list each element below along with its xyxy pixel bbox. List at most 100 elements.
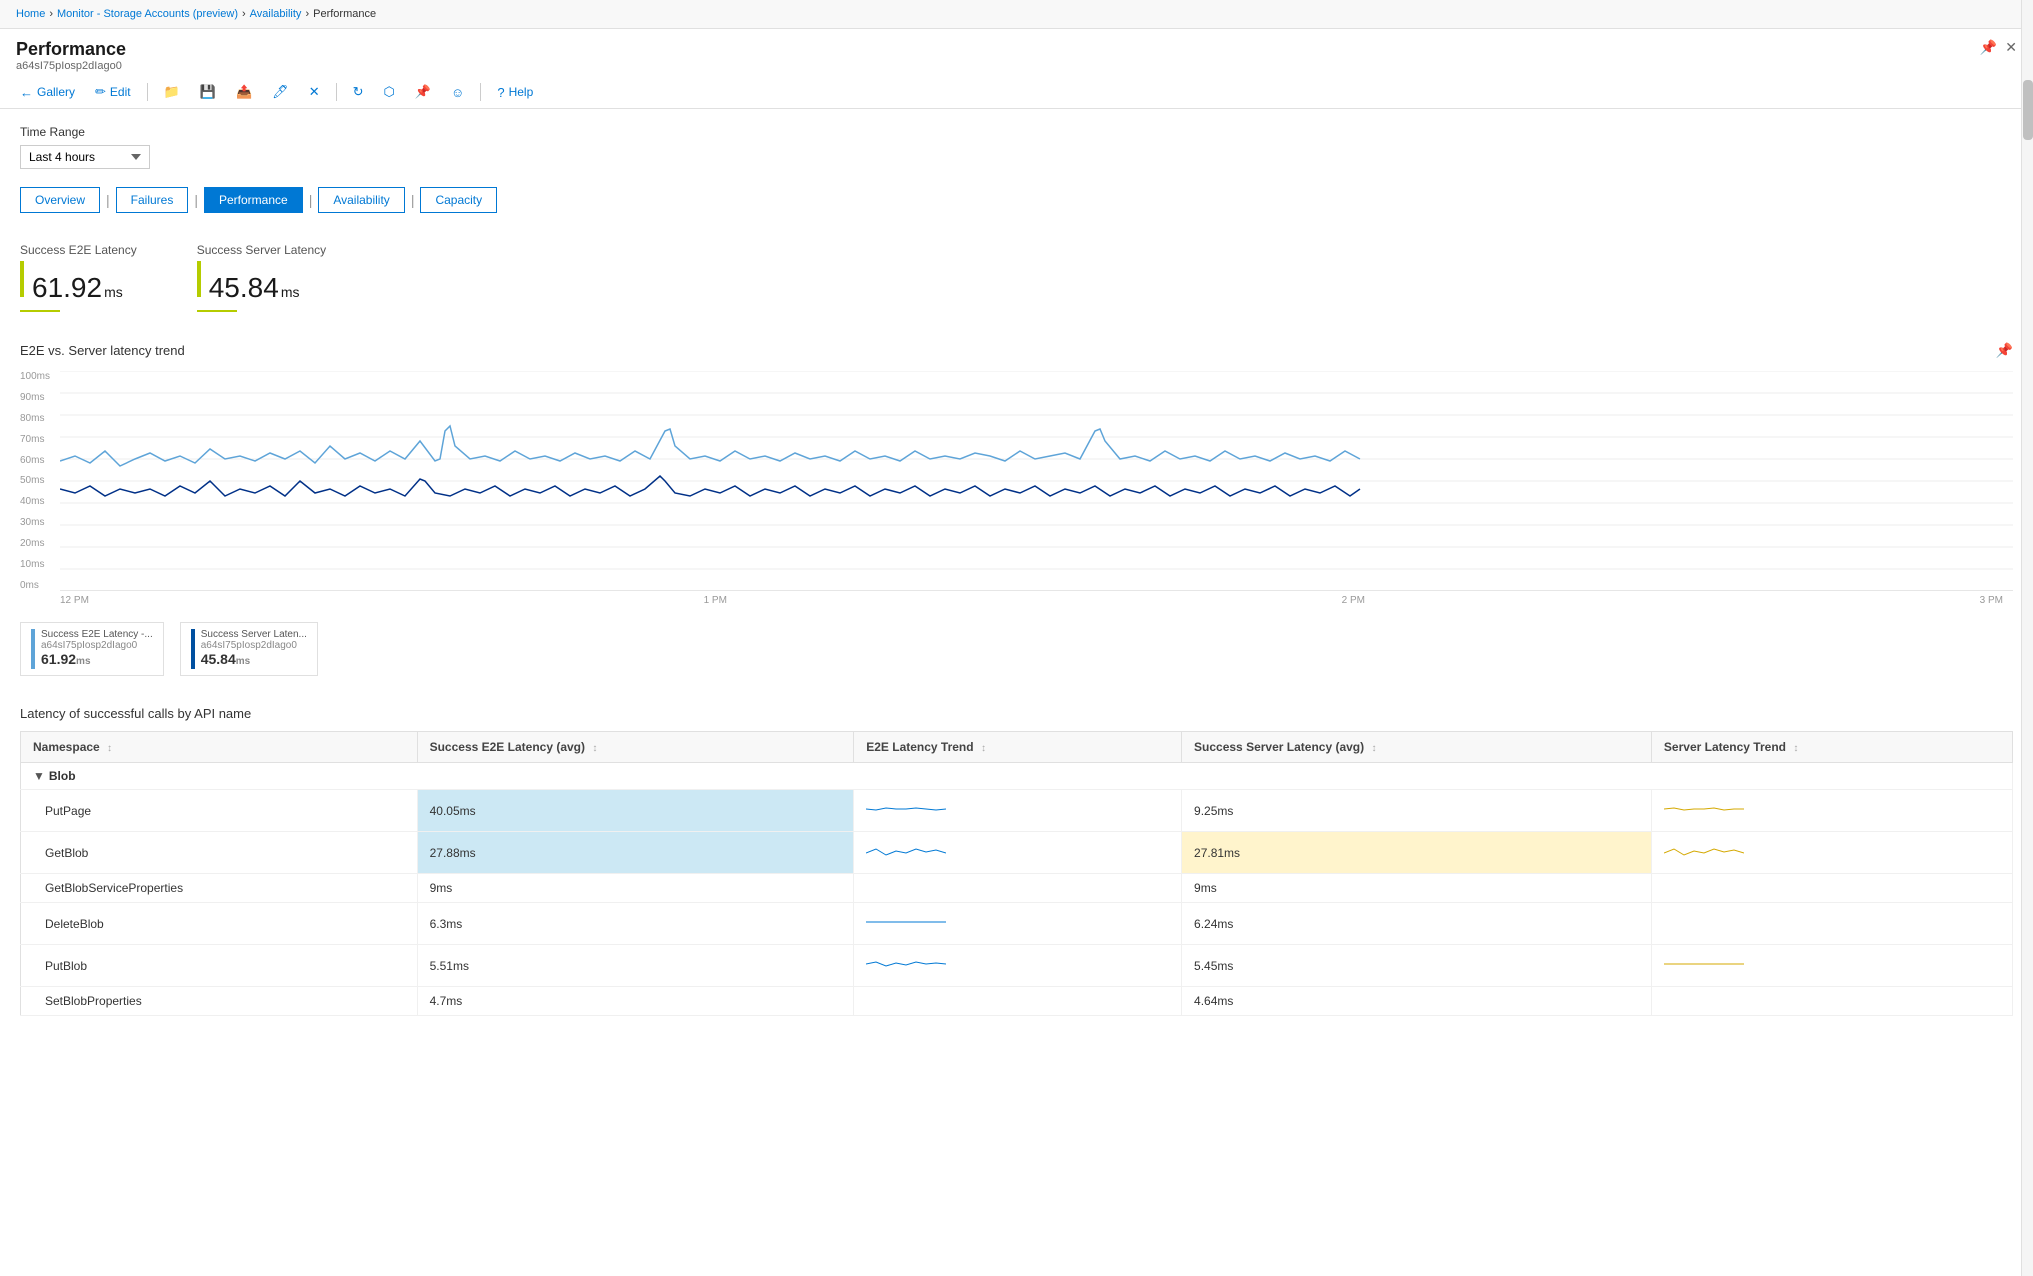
page-title: Performance bbox=[16, 39, 126, 60]
scrollbar[interactable] bbox=[2021, 0, 2033, 1276]
metric-server-value-row: 45.84 ms bbox=[197, 261, 326, 304]
title-group: Performance a64sI75pIosp2dIago0 bbox=[16, 39, 126, 72]
metric-e2e-latency: Success E2E Latency 61.92 ms bbox=[20, 243, 137, 312]
cell-server-getblob: 27.81ms bbox=[1182, 832, 1652, 874]
legend-server: Success Server Laten... a64sI75pIosp2dIa… bbox=[180, 622, 318, 676]
legend-e2e-name: Success E2E Latency -... bbox=[41, 629, 153, 640]
metric-e2e-underline bbox=[20, 310, 60, 312]
cell-e2e-getblob: 27.88ms bbox=[417, 832, 854, 874]
breadcrumb-monitor[interactable]: Monitor - Storage Accounts (preview) bbox=[57, 8, 238, 20]
tab-overview[interactable]: Overview bbox=[20, 187, 100, 213]
mini-chart-e2e-putpage bbox=[866, 797, 946, 821]
cell-server-putblob: 5.45ms bbox=[1182, 945, 1652, 987]
y-label-10: 10ms bbox=[20, 559, 60, 570]
chart-pin-icon[interactable]: 📌 bbox=[1996, 342, 2013, 359]
main-panel: Home › Monitor - Storage Accounts (previ… bbox=[0, 0, 2033, 1276]
scrollbar-thumb[interactable] bbox=[2023, 80, 2033, 140]
sort-e2e-icon[interactable]: ↕ bbox=[592, 743, 597, 754]
emoji-button[interactable]: ☺ bbox=[447, 83, 468, 102]
sort-e2e-trend-icon[interactable]: ↕ bbox=[981, 743, 986, 754]
edit-button[interactable]: ✏ Edit bbox=[91, 82, 135, 102]
tab-performance[interactable]: Performance bbox=[204, 187, 303, 213]
folder-button[interactable]: 📁 bbox=[160, 82, 184, 102]
cell-server-trend-putblob bbox=[1651, 945, 2012, 987]
cell-e2e-trend-deleteblob bbox=[854, 903, 1182, 945]
cell-namespace-putpage: PutPage bbox=[21, 790, 418, 832]
refresh-icon: ↻ bbox=[353, 84, 364, 100]
table-header-row: Namespace ↕ Success E2E Latency (avg) ↕ … bbox=[21, 732, 2013, 763]
help-button[interactable]: ? Help bbox=[493, 83, 537, 102]
metric-e2e-value: 61.92 bbox=[32, 272, 102, 304]
cell-server-trend-setblob bbox=[1651, 987, 2012, 1016]
sort-server-trend-icon[interactable]: ↕ bbox=[1793, 743, 1798, 754]
cell-server-trend-getblob bbox=[1651, 832, 2012, 874]
metrics-row: Success E2E Latency 61.92 ms Success Ser… bbox=[20, 233, 2013, 312]
cell-e2e-getblobservice: 9ms bbox=[417, 874, 854, 903]
cell-server-getblobservice: 9ms bbox=[1182, 874, 1652, 903]
legend-server-val: 45.84ms bbox=[201, 651, 307, 667]
x-label-1pm: 1 PM bbox=[704, 595, 727, 606]
group-blob-label: ▼Blob bbox=[21, 763, 2013, 790]
group-expand-icon[interactable]: ▼ bbox=[33, 769, 45, 783]
cell-e2e-trend-getblobservice bbox=[854, 874, 1182, 903]
x-label-3pm: 3 PM bbox=[1980, 595, 2003, 606]
x-label-12pm: 12 PM bbox=[60, 595, 89, 606]
mini-chart-server-putpage bbox=[1664, 797, 1744, 821]
cell-e2e-setblob: 4.7ms bbox=[417, 987, 854, 1016]
breadcrumb: Home › Monitor - Storage Accounts (previ… bbox=[0, 0, 2033, 29]
cell-namespace-putblob: PutBlob bbox=[21, 945, 418, 987]
save-button[interactable]: 💾 bbox=[196, 82, 220, 102]
cell-namespace-getblobservice: GetBlobServiceProperties bbox=[21, 874, 418, 903]
refresh-button[interactable]: ↻ bbox=[349, 82, 368, 102]
tab-separator-2: | bbox=[194, 192, 198, 208]
mini-chart-e2e-putblob bbox=[866, 952, 946, 976]
table-title: Latency of successful calls by API name bbox=[20, 706, 2013, 721]
chart-server-line bbox=[60, 476, 1360, 496]
y-label-40: 40ms bbox=[20, 496, 60, 507]
breadcrumb-home[interactable]: Home bbox=[16, 8, 45, 20]
legend-e2e-text: Success E2E Latency -... a64sI75pIosp2dI… bbox=[41, 629, 153, 667]
gallery-button[interactable]: ← Gallery bbox=[16, 83, 79, 102]
chart-legend: Success E2E Latency -... a64sI75pIosp2dI… bbox=[20, 622, 2013, 676]
settings-button[interactable]: ⬡ bbox=[380, 82, 399, 102]
pin-icon[interactable]: 📌 bbox=[1980, 39, 1997, 56]
table-row: SetBlobProperties 4.7ms 4.64ms bbox=[21, 987, 2013, 1016]
legend-e2e-val: 61.92ms bbox=[41, 651, 153, 667]
pin-nav-icon: 📌 bbox=[415, 84, 431, 100]
sort-server-icon[interactable]: ↕ bbox=[1371, 743, 1376, 754]
close-icon[interactable]: ✕ bbox=[2005, 39, 2017, 56]
time-range-select[interactable]: Last 4 hours Last 1 hour Last 24 hours L… bbox=[20, 145, 150, 169]
sort-namespace-icon[interactable]: ↕ bbox=[107, 743, 112, 754]
help-icon: ? bbox=[497, 85, 504, 100]
pin-button[interactable]: 📌 bbox=[411, 82, 435, 102]
tab-separator-1: | bbox=[106, 192, 110, 208]
breadcrumb-availability[interactable]: Availability bbox=[250, 8, 302, 20]
toolbar-divider-2 bbox=[336, 83, 337, 101]
cell-e2e-trend-putpage bbox=[854, 790, 1182, 832]
tab-availability[interactable]: Availability bbox=[318, 187, 404, 213]
share-button[interactable]: 📤 bbox=[232, 82, 256, 102]
table-row: PutPage 40.05ms 9.25ms bbox=[21, 790, 2013, 832]
emoji-icon: ☺ bbox=[451, 85, 464, 100]
pen-button[interactable]: 🖊 bbox=[268, 82, 293, 102]
y-label-60: 60ms bbox=[20, 455, 60, 466]
title-icons: 📌 ✕ bbox=[1980, 39, 2017, 56]
cell-e2e-trend-putblob bbox=[854, 945, 1182, 987]
metric-server-latency: Success Server Latency 45.84 ms bbox=[197, 243, 326, 312]
chart-section: E2E vs. Server latency trend 📌 100ms 90m… bbox=[20, 342, 2013, 676]
legend-server-color bbox=[191, 629, 195, 669]
cell-server-putpage: 9.25ms bbox=[1182, 790, 1652, 832]
metric-e2e-label: Success E2E Latency bbox=[20, 243, 137, 257]
legend-server-name: Success Server Laten... bbox=[201, 629, 307, 640]
cell-e2e-putpage: 40.05ms bbox=[417, 790, 854, 832]
cell-server-setblob: 4.64ms bbox=[1182, 987, 1652, 1016]
y-label-20: 20ms bbox=[20, 538, 60, 549]
tab-capacity[interactable]: Capacity bbox=[420, 187, 497, 213]
chart-y-axis: 100ms 90ms 80ms 70ms 60ms 50ms 40ms 30ms… bbox=[20, 371, 60, 591]
page-wrapper: Home › Monitor - Storage Accounts (previ… bbox=[0, 0, 2033, 1276]
discard-button[interactable]: ✕ bbox=[305, 82, 324, 102]
cell-e2e-deleteblob: 6.3ms bbox=[417, 903, 854, 945]
gallery-icon: ← bbox=[20, 85, 33, 100]
tab-failures[interactable]: Failures bbox=[116, 187, 189, 213]
breadcrumb-current: Performance bbox=[313, 8, 376, 20]
